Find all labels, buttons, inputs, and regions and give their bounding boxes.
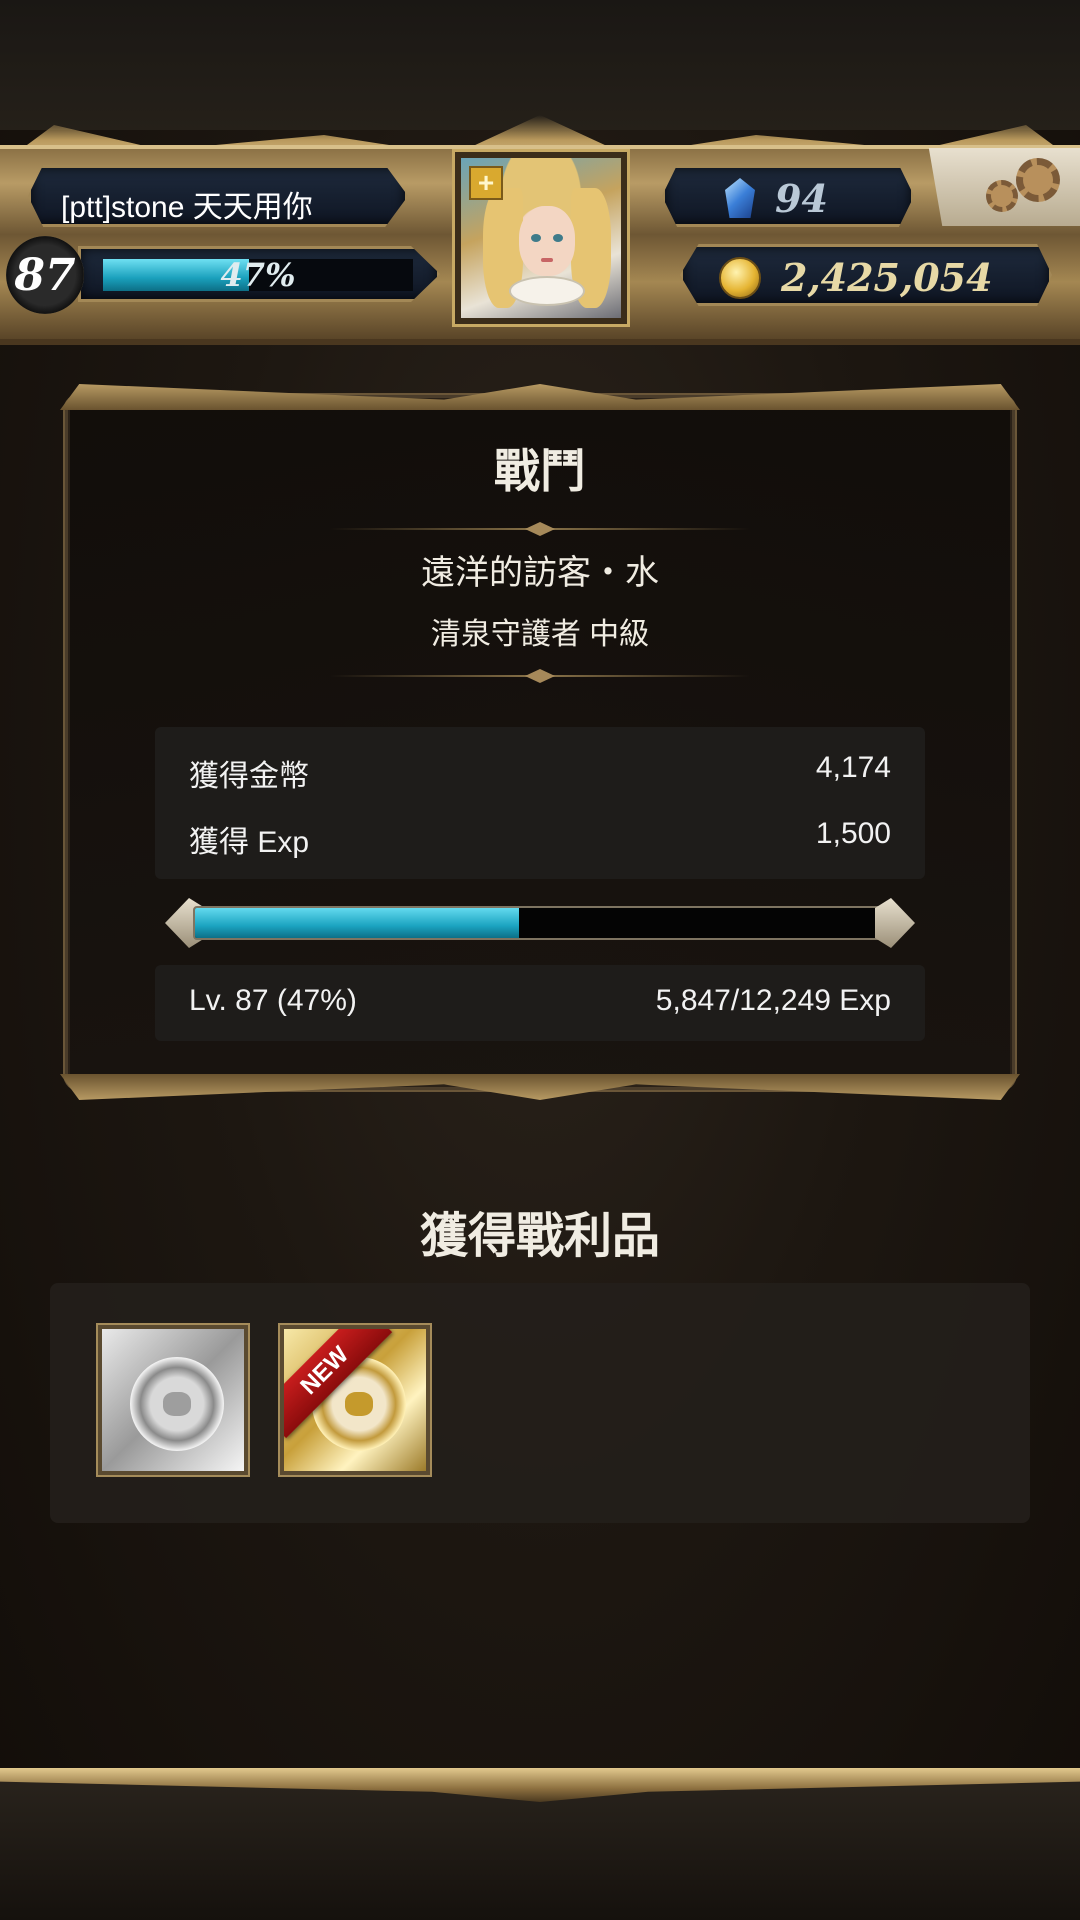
avatar-collar	[509, 276, 585, 306]
avatar-eye-right	[553, 234, 563, 242]
silver-medal-icon	[130, 1357, 224, 1451]
gold-counter[interactable]: 2,425,054	[680, 244, 1052, 306]
loot-list: NEW	[50, 1283, 1030, 1523]
reward-value: 4,174	[815, 751, 891, 784]
gear-icon-small	[986, 180, 1018, 212]
reward-label: 獲得金幣	[189, 760, 309, 793]
gem-counter[interactable]: 94	[662, 165, 914, 227]
gem-count: 94	[775, 176, 828, 221]
avatar-eye-left	[531, 234, 541, 242]
level-text: Lv. 87 (47%)	[189, 984, 357, 1017]
player-level-badge: 87	[6, 236, 84, 314]
reward-row-gold: 獲得金幣 4,174	[189, 751, 891, 793]
reward-row-exp: 獲得 Exp 1,500	[189, 817, 891, 859]
player-name-plate[interactable]: [ptt]stone 天天用你	[28, 165, 408, 227]
cross-icon: +	[469, 166, 503, 200]
battle-title: 戰鬥	[494, 445, 586, 497]
quest-difficulty: 清泉守護者 中級	[430, 618, 650, 651]
coin-icon	[719, 257, 761, 299]
reward-summary: 獲得金幣 4,174 獲得 Exp 1,500	[155, 727, 925, 879]
loot-item-silver-medal[interactable]	[96, 1323, 250, 1477]
gem-icon	[725, 178, 755, 218]
quest-name: 遠洋的訪客・水	[421, 554, 659, 592]
level-bar-track	[193, 906, 887, 940]
loot-item-gold-medal[interactable]: NEW	[278, 1323, 432, 1477]
level-bar-cap-right	[875, 898, 915, 948]
level-info: Lv. 87 (47%) 5,847/12,249 Exp	[155, 965, 925, 1041]
divider-bottom	[330, 675, 750, 677]
gear-icon	[1016, 158, 1060, 202]
player-name: [ptt]stone 天天用你	[61, 191, 313, 224]
level-progress-bar	[165, 898, 915, 948]
avatar-face	[519, 206, 575, 276]
player-exp-plate: 47%	[78, 246, 440, 302]
medal-emblem	[163, 1392, 191, 1416]
medal-emblem	[345, 1392, 373, 1416]
reward-value: 1,500	[815, 817, 891, 850]
avatar-mouth	[541, 258, 553, 262]
player-exp-bar: 47%	[103, 259, 413, 291]
level-bar-fill	[195, 908, 520, 938]
divider-top	[330, 528, 750, 530]
gold-count: 2,425,054	[781, 255, 993, 300]
player-exp-percent: 47%	[220, 256, 296, 294]
exp-text: 5,847/12,249 Exp	[655, 984, 891, 1017]
loot-title: 獲得戰利品	[419, 1210, 660, 1263]
reward-label: 獲得 Exp	[189, 826, 310, 859]
player-avatar[interactable]: +	[452, 149, 630, 327]
